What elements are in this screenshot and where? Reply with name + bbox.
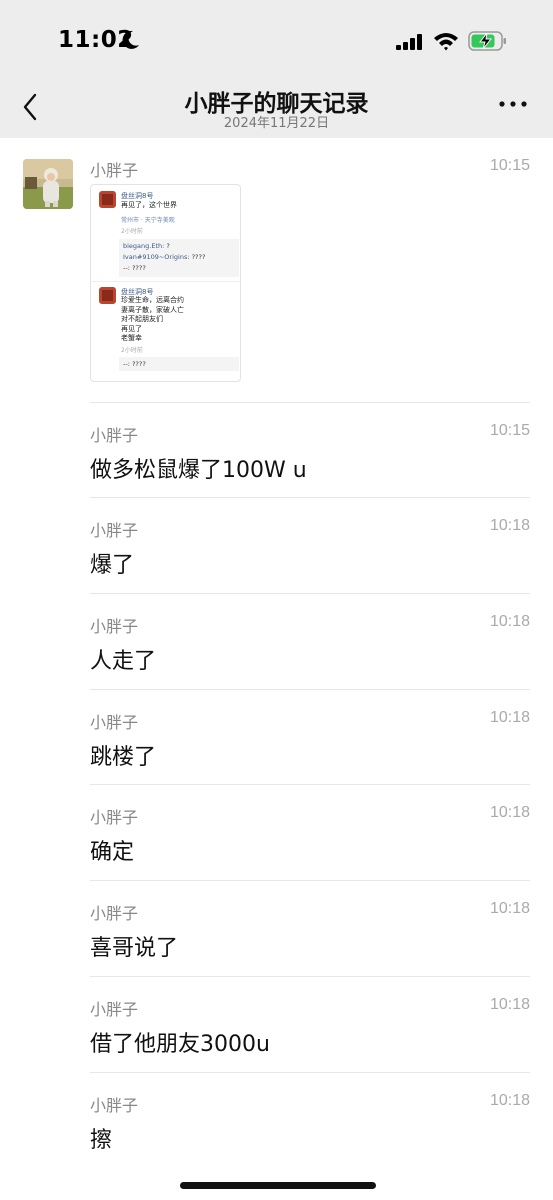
avatar[interactable]	[23, 159, 73, 209]
post-comments: --: ????	[119, 357, 239, 371]
message-text: 借了他朋友3000u	[90, 1032, 270, 1057]
message-text: 喜哥说了	[90, 936, 179, 961]
post-author: 盘丝洞8号	[121, 192, 154, 200]
divider	[90, 784, 530, 785]
post-text-line: 珍爱生命，远离合约	[121, 296, 184, 304]
moon-icon	[122, 30, 139, 49]
comment-line: --: ????	[123, 264, 146, 272]
comment-line: biegang.Eth: ?	[123, 242, 170, 250]
shared-image[interactable]: 盘丝洞8号 再见了，这个世界 常州市 · 天宁寺美观 2小时前 biegang.…	[90, 184, 241, 382]
sender-name: 小胖子	[90, 521, 139, 540]
chat-message: 小胖子 10:18 确定	[90, 804, 530, 874]
wifi-icon	[434, 33, 458, 51]
comment-line: Ivan#9109~Origins: ????	[123, 253, 206, 261]
battery-charging-icon	[468, 31, 506, 51]
message-time: 10:18	[489, 517, 530, 534]
divider	[90, 593, 530, 594]
sender-name: 小胖子	[90, 904, 139, 923]
message-time: 10:18	[489, 613, 530, 630]
chat-message: 小胖子 10:18 喜哥说了	[90, 900, 530, 970]
post-time: 2小时前	[121, 228, 143, 235]
message-text: 跳楼了	[90, 745, 157, 770]
message-text: 擦	[90, 1128, 113, 1153]
divider	[90, 880, 530, 881]
message-time: 10:18	[489, 709, 530, 726]
header-bar: 11:02 小胖子的聊天记录 2024年11月22日	[0, 0, 553, 138]
message-text: 做多松鼠爆了100W u	[90, 458, 307, 483]
message-time: 10:18	[489, 804, 530, 821]
sender-name: 小胖子	[90, 713, 139, 732]
chat-message: 小胖子 10:18 擦	[90, 1092, 530, 1162]
chat-message: 小胖子 10:18 人走了	[90, 613, 530, 683]
chat-message: 小胖子 10:18 跳楼了	[90, 709, 530, 779]
post-avatar	[99, 191, 116, 208]
post-comments: biegang.Eth: ? Ivan#9109~Origins: ???? -…	[119, 239, 239, 277]
home-indicator[interactable]	[180, 1182, 376, 1189]
message-text: 爆了	[90, 553, 135, 578]
message-time: 10:18	[489, 1092, 530, 1109]
divider	[90, 976, 530, 977]
post-location: 常州市 · 天宁寺美观	[121, 217, 175, 224]
comment-line: --: ????	[123, 360, 146, 368]
sender-name: 小胖子	[90, 161, 139, 180]
message-text: 确定	[90, 840, 135, 865]
chat-message: 小胖子 10:15 做多松鼠爆了100W u	[90, 422, 530, 492]
message-time: 10:18	[489, 900, 530, 917]
sender-name: 小胖子	[90, 1000, 139, 1019]
sender-name: 小胖子	[90, 808, 139, 827]
message-time: 10:15	[489, 422, 530, 439]
post-text-line: 妻离子散，家破人亡	[121, 305, 184, 314]
sender-name: 小胖子	[90, 426, 139, 445]
page-subtitle-date: 2024年11月22日	[223, 116, 330, 131]
message-time: 10:18	[489, 996, 530, 1013]
message-time: 10:15	[489, 157, 530, 174]
chat-message: 小胖子 10:18 爆了	[90, 517, 530, 587]
chat-message: 小胖子 10:18 借了他朋友3000u	[90, 996, 530, 1066]
post-avatar	[99, 287, 116, 304]
divider	[90, 1072, 530, 1073]
cellular-signal-icon	[396, 34, 422, 50]
divider	[90, 689, 530, 690]
divider	[90, 402, 530, 403]
post-text: 再见了，这个世界	[121, 201, 177, 209]
divider	[91, 281, 240, 282]
more-options-icon[interactable]	[498, 98, 528, 110]
sender-name: 小胖子	[90, 617, 139, 636]
message-text: 人走了	[90, 649, 157, 674]
post-time: 2小时前	[121, 347, 143, 354]
post-text-line: 对不起朋友们	[121, 315, 163, 323]
post-text-line: 再见了	[121, 324, 142, 333]
post-text-line: 老蟹幸	[121, 334, 142, 342]
sender-name: 小胖子	[90, 1096, 139, 1115]
divider	[90, 497, 530, 498]
